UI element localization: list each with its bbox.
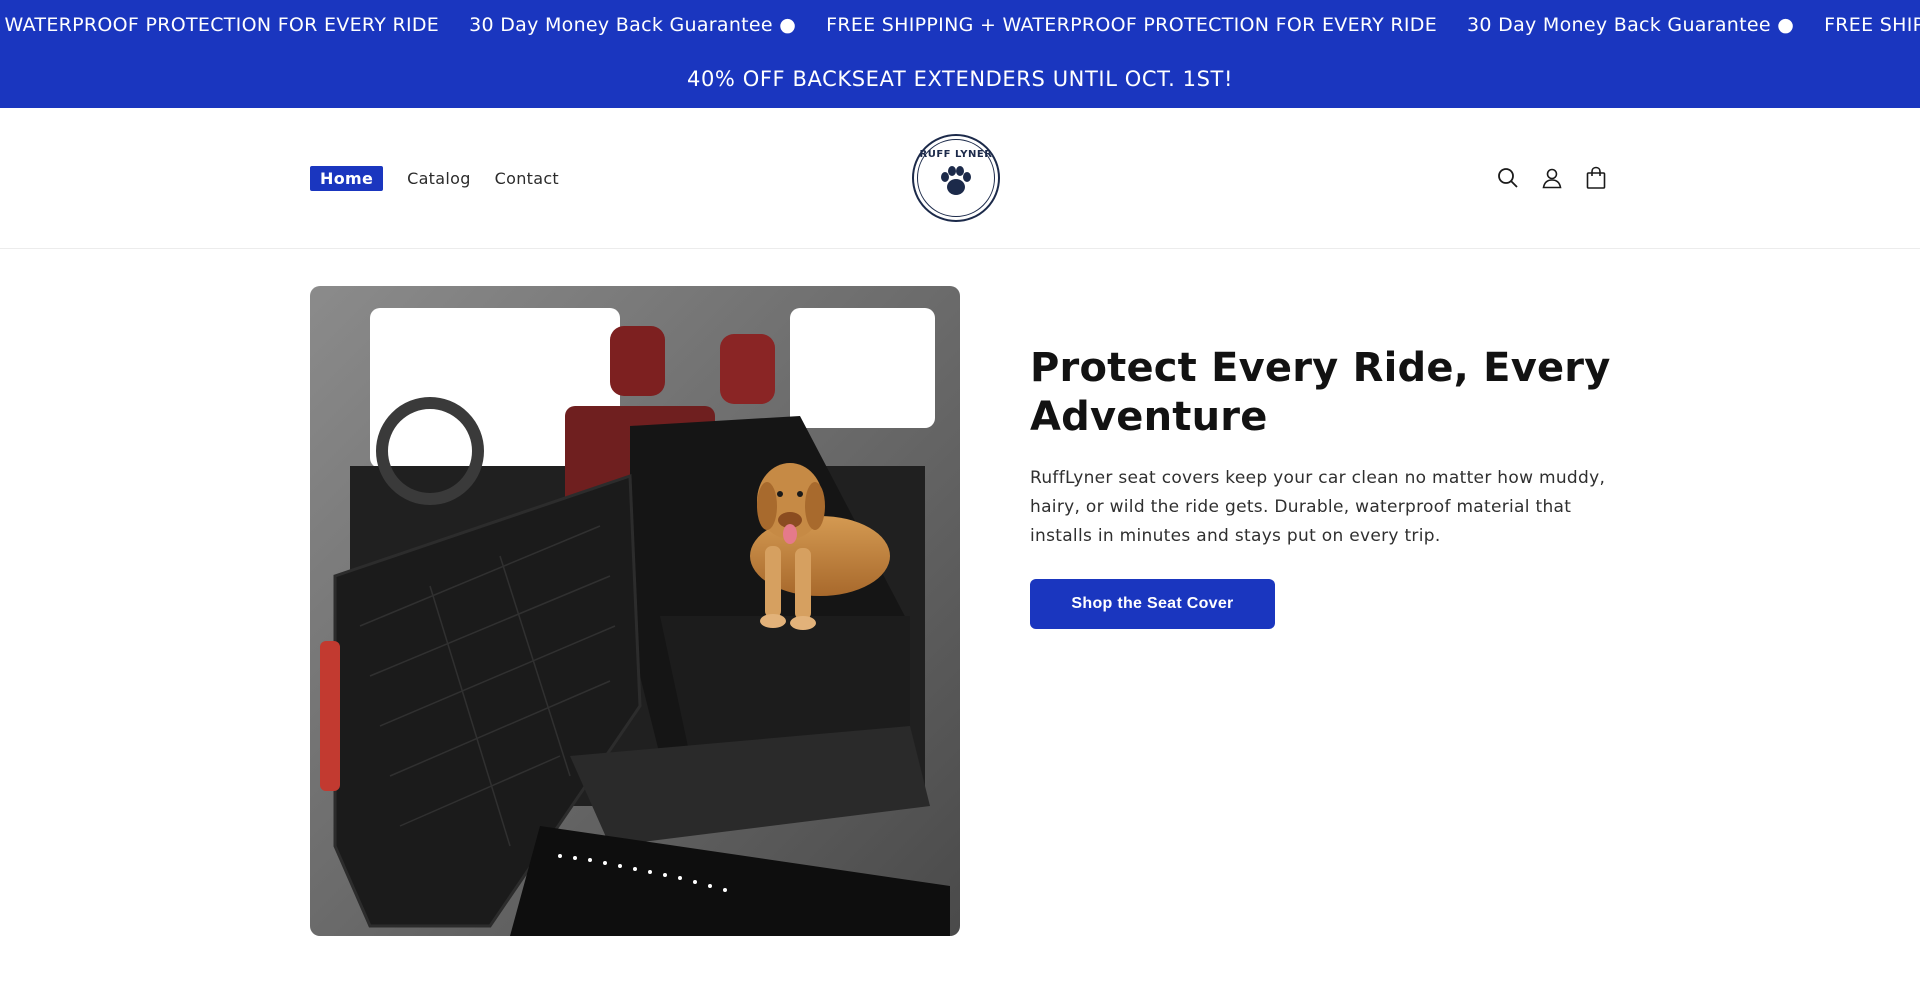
- hero-content: Protect Every Ride, Every Adventure Ruff…: [1030, 344, 1620, 629]
- promo-text: 40% OFF BACKSEAT EXTENDERS UNTIL OCT. 1S…: [686, 67, 1233, 91]
- nav-catalog[interactable]: Catalog: [407, 169, 471, 188]
- marquee-item: 30 Day Money Back Guarantee ●: [469, 14, 797, 36]
- nav-contact[interactable]: Contact: [495, 169, 559, 188]
- cart-icon[interactable]: [1584, 166, 1608, 190]
- logo-brand-text: RUFF LYNER: [919, 149, 993, 160]
- hero-title: Protect Every Ride, Every Adventure: [1030, 345, 1611, 440]
- account-icon[interactable]: [1540, 166, 1564, 190]
- brand-logo[interactable]: RUFF LYNER: [912, 134, 1000, 222]
- logo-seal: RUFF LYNER: [917, 139, 995, 217]
- marquee-item: 30 Day Money Back Guarantee ●: [1467, 14, 1795, 36]
- shop-seat-cover-button[interactable]: Shop the Seat Cover: [1030, 579, 1275, 629]
- dog-seat-cover-image: [310, 286, 960, 936]
- hero-image: [310, 286, 960, 936]
- announcement-marquee: + WATERPROOF PROTECTION FOR EVERY RIDE 3…: [0, 0, 1920, 50]
- promo-bar: 40% OFF BACKSEAT EXTENDERS UNTIL OCT. 1S…: [0, 50, 1920, 108]
- hero-description: RuffLyner seat covers keep your car clea…: [1030, 468, 1606, 546]
- marquee-track: + WATERPROOF PROTECTION FOR EVERY RIDE 3…: [0, 0, 1920, 50]
- header-icons: [1496, 166, 1608, 190]
- paw-icon: [941, 166, 971, 195]
- marquee-item: FREE SHIPPING + WATERPROOF PROTECTION FO…: [826, 14, 1438, 36]
- main-nav: Home Catalog Contact: [310, 166, 559, 191]
- site-header: Home Catalog Contact RUFF LYNER: [0, 108, 1920, 249]
- marquee-item: FREE SHIPPING + WATERPROOF PROTECTION FO…: [1824, 14, 1920, 36]
- marquee-item: + WATERPROOF PROTECTION FOR EVERY RIDE: [0, 14, 440, 36]
- nav-home[interactable]: Home: [310, 166, 384, 191]
- search-icon[interactable]: [1496, 166, 1520, 190]
